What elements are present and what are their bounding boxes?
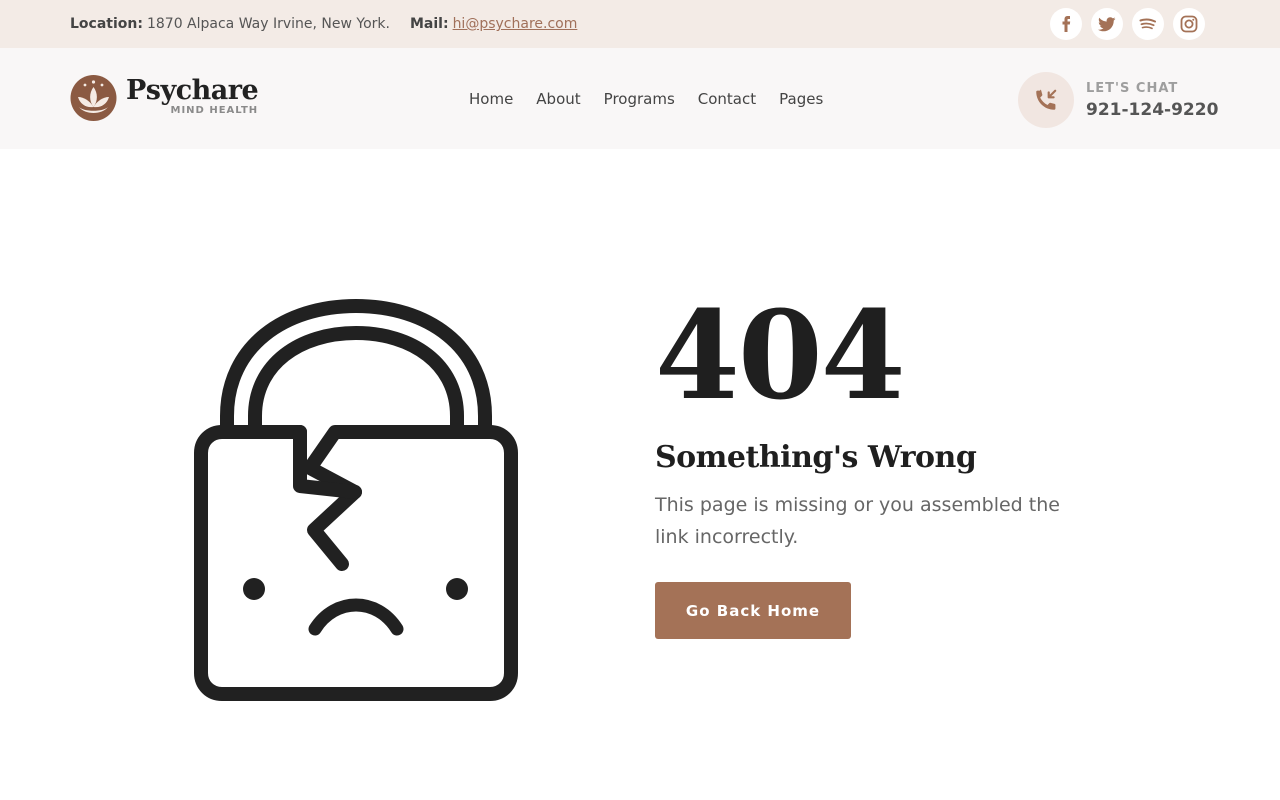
- phone-call-icon: [1018, 72, 1074, 128]
- brand-logo[interactable]: Psychare MIND HEALTH: [70, 75, 259, 121]
- social-links: [1041, 8, 1205, 40]
- brand-text: Psychare MIND HEALTH: [126, 75, 259, 117]
- error-content: 404 Something's Wrong This page is missi…: [655, 290, 1125, 639]
- lotus-logo-icon: [70, 75, 117, 121]
- chat-texts: LET'S CHAT 921-124-9220: [1086, 81, 1218, 120]
- top-bar: Location: 1870 Alpaca Way Irvine, New Yo…: [0, 0, 1280, 48]
- contact-info: Location: 1870 Alpaca Way Irvine, New Yo…: [70, 0, 577, 48]
- mail-info: Mail: hi@psychare.com: [410, 16, 577, 32]
- error-description: This page is missing or you assembled th…: [655, 494, 1060, 548]
- facebook-icon[interactable]: [1050, 8, 1082, 40]
- brand-name: Psychare: [126, 75, 259, 106]
- nav-home[interactable]: Home: [469, 90, 513, 108]
- location-value: 1870 Alpaca Way Irvine, New York.: [146, 16, 390, 32]
- nav-contact[interactable]: Contact: [698, 90, 756, 108]
- chat-label: LET'S CHAT: [1086, 80, 1179, 96]
- error-code: 404: [655, 283, 906, 427]
- error-headline: Something's Wrong: [655, 440, 977, 475]
- chat-phone-number[interactable]: 921-124-9220: [1086, 100, 1218, 120]
- twitter-icon[interactable]: [1091, 8, 1123, 40]
- broken-lock-illustration: [194, 298, 518, 701]
- go-back-home-button[interactable]: Go Back Home: [655, 582, 851, 639]
- mail-label: Mail:: [409, 16, 449, 32]
- spotify-icon[interactable]: [1132, 8, 1164, 40]
- nav-about[interactable]: About: [536, 90, 580, 108]
- chat-contact[interactable]: LET'S CHAT 921-124-9220: [1018, 72, 1218, 128]
- nav-pages[interactable]: Pages: [779, 90, 823, 108]
- nav-programs[interactable]: Programs: [604, 90, 675, 108]
- site-header: Psychare MIND HEALTH Home About Programs…: [0, 48, 1280, 149]
- location-label: Location:: [70, 16, 143, 32]
- location-info: Location: 1870 Alpaca Way Irvine, New Yo…: [70, 16, 390, 32]
- brand-tagline: MIND HEALTH: [170, 105, 259, 116]
- instagram-icon[interactable]: [1173, 8, 1205, 40]
- mail-link[interactable]: hi@psychare.com: [453, 16, 578, 32]
- main-navigation: Home About Programs Contact Pages: [469, 48, 846, 149]
